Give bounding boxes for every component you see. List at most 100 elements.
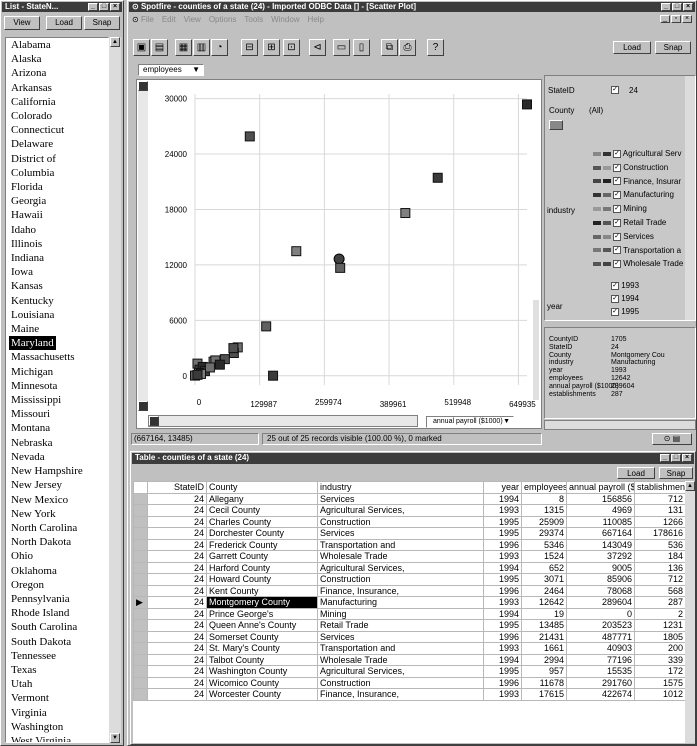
- checkbox[interactable]: ✓: [613, 218, 621, 227]
- state-item[interactable]: Indiana: [6, 251, 108, 265]
- table-cell[interactable]: 712: [634, 573, 685, 586]
- open-icon[interactable]: ▣: [133, 39, 150, 56]
- table-cell[interactable]: Services: [317, 492, 484, 505]
- table-cell[interactable]: 136: [634, 561, 685, 574]
- table-cell[interactable]: 24: [147, 515, 207, 528]
- table-row[interactable]: 24 Howard County Construction 1995 3071 85906…: [133, 573, 685, 586]
- checkbox[interactable]: ✓: [611, 307, 619, 316]
- table-row[interactable]: 24 Wicomico County Construction 1996 11678 29…: [133, 676, 685, 689]
- table-cell[interactable]: Finance, Insurance,: [317, 584, 484, 597]
- table-cell[interactable]: 1012: [634, 688, 685, 701]
- data-point[interactable]: [268, 370, 279, 381]
- table-cell[interactable]: 1266: [634, 515, 685, 528]
- x-axis-selector[interactable]: annual payroll ($1000) ▼: [426, 416, 514, 428]
- state-item[interactable]: South Carolina: [6, 620, 108, 634]
- export-icon[interactable]: ⧉: [381, 39, 398, 56]
- industry-filter-row[interactable]: ✓ Mining: [593, 204, 688, 218]
- table-icon[interactable]: ▦: [175, 39, 192, 56]
- checkbox[interactable]: ✓: [613, 205, 621, 214]
- table-cell[interactable]: 24: [147, 573, 207, 586]
- industry-filter-row[interactable]: ✓ Agricultural Serv: [593, 149, 688, 163]
- table-cell[interactable]: 24: [147, 688, 207, 701]
- state-item[interactable]: North Dakota: [6, 535, 108, 549]
- row-selector[interactable]: [133, 688, 148, 701]
- filter-icon[interactable]: ⊟: [241, 39, 258, 56]
- column-header[interactable]: stablishments: [634, 481, 685, 494]
- state-item[interactable]: Iowa: [6, 265, 108, 279]
- details-scrollbar[interactable]: [544, 420, 696, 430]
- table-cell[interactable]: 178616: [634, 527, 685, 540]
- state-item[interactable]: Oregon: [6, 578, 108, 592]
- table-cell[interactable]: Allegany: [206, 492, 318, 505]
- table-row[interactable]: 24 Kent County Finance, Insurance, 1996 2464…: [133, 584, 685, 597]
- table-cell[interactable]: 5346: [521, 538, 567, 551]
- table-cell[interactable]: 1524: [521, 550, 567, 563]
- table-cell[interactable]: 24: [147, 642, 207, 655]
- menu-item[interactable]: Options: [209, 15, 237, 24]
- table-row[interactable]: 24 Frederick County Transportation and 1996…: [133, 538, 685, 551]
- state-item[interactable]: California: [6, 95, 108, 109]
- state-item[interactable]: Rhode Island: [6, 606, 108, 620]
- table-cell[interactable]: 172: [634, 665, 685, 678]
- pie-icon[interactable]: ◔: [211, 39, 228, 56]
- table-cell[interactable]: 78068: [566, 584, 635, 597]
- table-cell[interactable]: 25909: [521, 515, 567, 528]
- stateid-checkbox[interactable]: ✓: [611, 86, 619, 94]
- minimize-icon[interactable]: _: [660, 15, 670, 23]
- table-row[interactable]: 24 Talbot County Wholesale Trade 1994 2994 77…: [133, 653, 685, 666]
- table-cell[interactable]: 712: [634, 492, 685, 505]
- year-filter-row[interactable]: ✓ 1994: [611, 294, 639, 307]
- table-cell[interactable]: 1995: [483, 515, 522, 528]
- table-cell[interactable]: 2: [634, 607, 685, 620]
- year-filter-row[interactable]: ✓ 1995: [611, 307, 639, 320]
- state-item[interactable]: Kansas: [6, 279, 108, 293]
- column-header[interactable]: StateID: [147, 481, 207, 494]
- snap-button[interactable]: Snap: [659, 467, 693, 479]
- table-cell[interactable]: Wholesale Trade: [317, 550, 484, 563]
- table-cell[interactable]: 24: [147, 550, 207, 563]
- table-cell[interactable]: 85906: [566, 573, 635, 586]
- checkbox[interactable]: ✓: [613, 232, 621, 241]
- state-item[interactable]: Kentucky: [6, 294, 108, 308]
- data-point[interactable]: [400, 208, 411, 219]
- table-cell[interactable]: 291760: [566, 676, 635, 689]
- state-item[interactable]: Nebraska: [6, 436, 108, 450]
- state-item[interactable]: Alaska: [6, 52, 108, 66]
- state-item[interactable]: New Mexico: [6, 493, 108, 507]
- table-cell[interactable]: 200: [634, 642, 685, 655]
- menu-item[interactable]: Window: [271, 15, 299, 24]
- state-item[interactable]: Tennessee: [6, 649, 108, 663]
- table-cell[interactable]: 4969: [566, 504, 635, 517]
- data-point[interactable]: [228, 343, 239, 354]
- table-cell[interactable]: 652: [521, 561, 567, 574]
- table-cell[interactable]: Mining: [317, 607, 484, 620]
- table-cell[interactable]: Washington County: [206, 665, 318, 678]
- table-cell[interactable]: 1996: [483, 538, 522, 551]
- table-cell[interactable]: Dorchester County: [206, 527, 318, 540]
- table-cell[interactable]: 1315: [521, 504, 567, 517]
- table-cell[interactable]: 1661: [521, 642, 567, 655]
- table-cell[interactable]: Frederick County: [206, 538, 318, 551]
- table-cell[interactable]: 24: [147, 596, 207, 609]
- state-item[interactable]: District of: [6, 152, 108, 166]
- table-cell[interactable]: 37292: [566, 550, 635, 563]
- table-cell[interactable]: 1993: [483, 596, 522, 609]
- current-row-indicator-icon[interactable]: ▶: [133, 596, 148, 609]
- table-cell[interactable]: Construction: [317, 515, 484, 528]
- data-point[interactable]: [192, 369, 203, 380]
- table-row[interactable]: 24 Dorchester County Services 1995 29374 6671…: [133, 527, 685, 540]
- table-row[interactable]: ▶ 24 Montgomery County Manufacturing 1993 126…: [133, 596, 685, 609]
- scroll-down-icon[interactable]: ▼: [110, 733, 120, 743]
- county-slider[interactable]: [549, 120, 563, 130]
- state-item[interactable]: North Carolina: [6, 521, 108, 535]
- table-row[interactable]: 24 Cecil County Agricultural Services, 1993…: [133, 504, 685, 517]
- state-item[interactable]: Idaho: [6, 223, 108, 237]
- state-item[interactable]: Oklahoma: [6, 564, 108, 578]
- column-header[interactable]: County: [206, 481, 318, 494]
- scroll-left-icon[interactable]: [149, 416, 159, 426]
- column-header[interactable]: year: [483, 481, 522, 494]
- maximize-icon[interactable]: □: [99, 3, 109, 11]
- table-cell[interactable]: 1993: [483, 550, 522, 563]
- close-icon[interactable]: ×: [682, 15, 692, 23]
- state-item[interactable]: Hawaii: [6, 208, 108, 222]
